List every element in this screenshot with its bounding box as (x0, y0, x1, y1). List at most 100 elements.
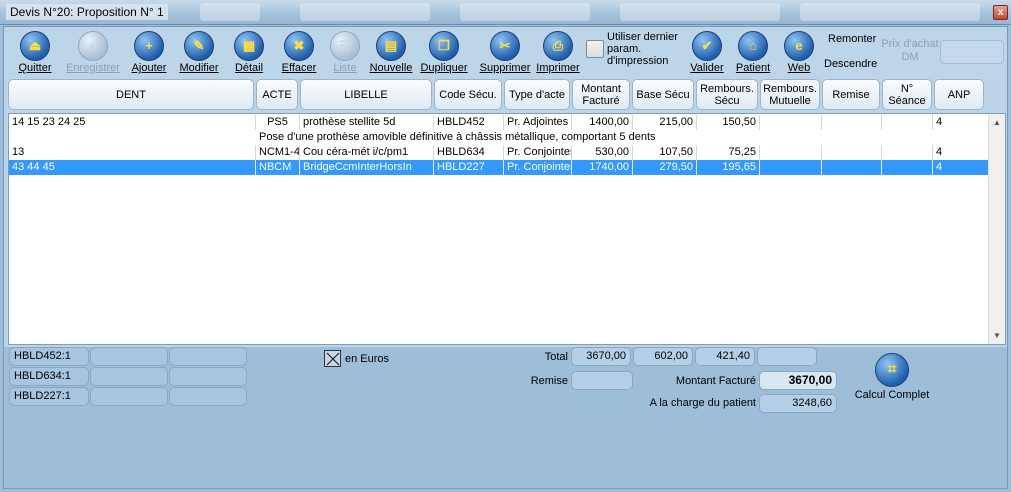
validate-icon: ✔ (692, 31, 722, 61)
column-header-type-acte[interactable]: Type d'acte (504, 79, 570, 110)
cell-libelle: Cou céra-mét i/c/pm1 (300, 145, 434, 160)
cell-type-acte: Pr. Conjointes (504, 145, 572, 160)
table-row[interactable]: 13 NCM1-4 Cou céra-mét i/c/pm1 HBLD634 P… (9, 145, 989, 160)
detail-icon: ▦ (234, 31, 264, 61)
duplicate-button[interactable]: ❐ Dupliquer (416, 31, 472, 77)
background-taskbar-blur (200, 3, 260, 21)
scroll-up-icon[interactable]: ▲ (989, 114, 1005, 131)
toolbar: ⏏ Quitter ● Enregistrer + Ajouter ✎ Modifier… (4, 27, 1007, 79)
column-header-libelle[interactable]: LIBELLE (300, 79, 432, 110)
column-header-base-secu[interactable]: Base Sécu (632, 79, 694, 110)
table-row-selected[interactable]: 43 44 45 NBCM BridgeCcmInterHorsIn HBLD2… (9, 160, 989, 175)
edit-label: Modifier (179, 62, 219, 74)
web-button[interactable]: e Web (772, 31, 826, 77)
cell-base: 279,50 (633, 160, 697, 175)
cell-code-secu: HBLD452 (434, 115, 504, 130)
edit-button[interactable]: ✎ Modifier (172, 31, 226, 77)
column-header-rembours-secu[interactable]: Rembours. Sécu (696, 79, 758, 110)
column-header-acte[interactable]: ACTE (256, 79, 298, 110)
cell-rembours-mutuelle (760, 160, 822, 175)
calcul-complet-button[interactable]: ⌗ Calcul Complet (852, 353, 932, 401)
cell-libelle: prothèse stellite 5d (300, 115, 434, 130)
add-label: Ajouter (131, 62, 167, 74)
total-base-value: 602,00 (633, 347, 693, 366)
column-header-dent[interactable]: DENT (8, 79, 254, 110)
detail-label: Détail (234, 62, 264, 74)
purchase-price-input[interactable] (940, 40, 1004, 64)
cell-seance (882, 160, 933, 175)
calcul-complet-label: Calcul Complet (854, 389, 930, 401)
window-title: Devis N°20: Proposition N° 1 (6, 4, 168, 20)
cell-montant: 1400,00 (572, 115, 633, 130)
total-rembours-value: 421,40 (695, 347, 755, 366)
move-down-button[interactable]: Descendre (824, 58, 877, 70)
print-label: Imprimer (536, 62, 580, 74)
cell-remise (822, 160, 882, 175)
total-montant-value: 3670,00 (571, 347, 631, 366)
devis-window: ⏏ Quitter ● Enregistrer + Ajouter ✎ Modifier… (3, 26, 1008, 489)
montant-facture-label: Montant Facturé (675, 375, 756, 387)
cell-dent: 13 (9, 145, 256, 160)
checkmark-x-icon (326, 352, 340, 366)
cell-code-secu: HBLD227 (434, 160, 504, 175)
use-last-params-label: Utiliser dernier param. d'impression (607, 31, 678, 67)
new-label: Nouvelle (369, 62, 413, 74)
web-icon: e (784, 31, 814, 61)
background-taskbar-blur (460, 3, 590, 21)
cell-rembours-secu: 75,25 (697, 145, 760, 160)
close-icon[interactable]: x (993, 5, 1008, 20)
quit-icon: ⏏ (20, 31, 50, 61)
purchase-price-label: Prix d'achat DM (881, 38, 939, 63)
cell-libelle: BridgeCcmInterHorsIn (300, 160, 434, 175)
use-last-params-checkbox[interactable] (586, 40, 604, 58)
move-up-button[interactable]: Remonter (828, 33, 876, 45)
cell-acte: NBCM (256, 160, 300, 175)
background-taskbar-blur (800, 3, 980, 21)
cell-anp: 4 (933, 145, 989, 160)
print-button[interactable]: ⎙ Imprimer (531, 31, 585, 77)
save-button[interactable]: ● Enregistrer (62, 31, 124, 77)
duplicate-label: Dupliquer (420, 62, 468, 74)
table-row[interactable]: 14 15 23 24 25 PS5 prothèse stellite 5d … (9, 115, 989, 130)
column-header-anp[interactable]: ANP (934, 79, 984, 110)
background-taskbar-blur (620, 3, 780, 21)
quit-label: Quitter (18, 62, 52, 74)
column-header-rembours-mutuelle[interactable]: Rembours. Mutuelle (760, 79, 820, 110)
cell-remise (822, 145, 882, 160)
save-label: Enregistrer (66, 62, 120, 74)
print-icon: ⎙ (543, 31, 573, 61)
background-taskbar-blur (300, 3, 430, 21)
edit-icon: ✎ (184, 31, 214, 61)
scroll-down-icon[interactable]: ▼ (989, 327, 1005, 344)
cell-seance (882, 115, 933, 130)
cell-type-acte: Pr. Conjointes (504, 160, 572, 175)
cell-acte: PS5 (256, 115, 300, 130)
duplicate-icon: ❐ (429, 31, 459, 61)
column-header-montant-facture[interactable]: Montant Facturé (572, 79, 630, 110)
cell-description: Pose d'une prothèse amovible définitive … (259, 131, 656, 143)
table-row-description[interactable]: Pose d'une prothèse amovible définitive … (9, 130, 989, 145)
cell-rembours-mutuelle (760, 115, 822, 130)
code-summary: HBLD227:1 (9, 387, 89, 406)
cell-anp: 4 (933, 115, 989, 130)
column-header-seance[interactable]: N° Séance (882, 79, 932, 110)
add-button[interactable]: + Ajouter (122, 31, 176, 77)
remise-label: Remise (530, 375, 568, 387)
vertical-scrollbar[interactable]: ▲ ▼ (988, 114, 1005, 344)
column-header-code-secu[interactable]: Code Sécu. (434, 79, 502, 110)
cell-rembours-secu: 195,65 (697, 160, 760, 175)
charge-patient-value: 3248,60 (759, 394, 837, 413)
quit-button[interactable]: ⏏ Quitter (8, 31, 62, 77)
euro-label: en Euros (345, 353, 390, 365)
detail-button[interactable]: ▦ Détail (222, 31, 276, 77)
new-icon: ▤ (376, 31, 406, 61)
cell-remise (822, 115, 882, 130)
euro-checkbox[interactable] (324, 350, 341, 367)
delete-button[interactable]: ✂ Supprimer (475, 31, 535, 77)
new-button[interactable]: ▤ Nouvelle (364, 31, 418, 77)
save-icon: ● (78, 31, 108, 61)
column-header-remise[interactable]: Remise (822, 79, 880, 110)
remise-input[interactable] (571, 371, 633, 390)
list-icon: ☰ (330, 31, 360, 61)
column-headers: DENT ACTE LIBELLE Code Sécu. Type d'acte… (8, 79, 1004, 111)
